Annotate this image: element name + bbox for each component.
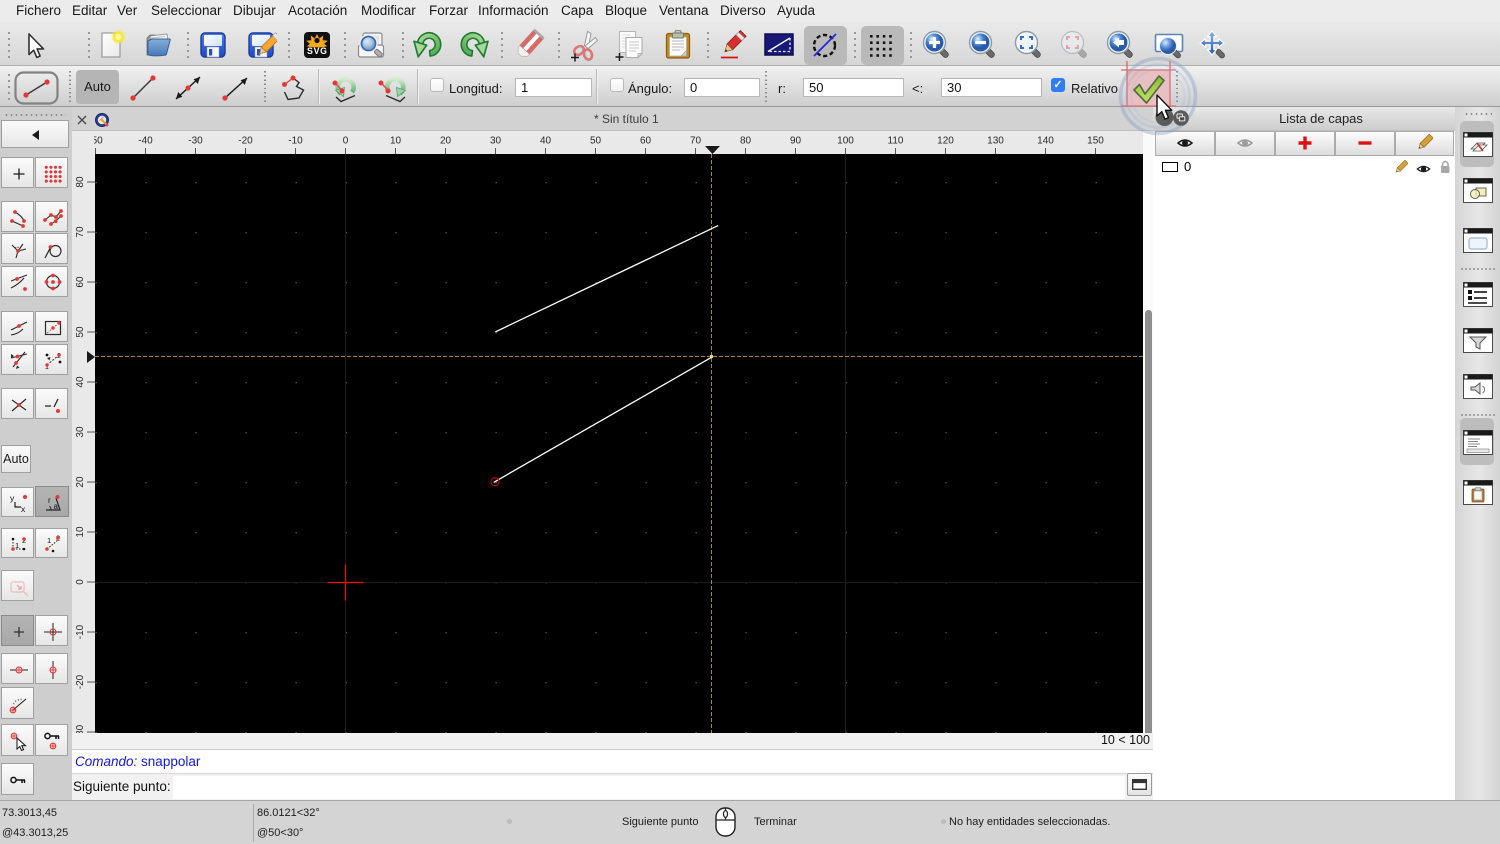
svg-text:40: 40	[540, 136, 552, 147]
svg-text:30: 30	[75, 426, 86, 438]
svg-text:-50: -50	[94, 136, 103, 147]
svg-text:10: 10	[390, 136, 402, 147]
svg-text:10: 10	[75, 526, 86, 538]
svg-text:40: 40	[75, 376, 86, 388]
svg-text:70: 70	[690, 136, 702, 147]
svg-text:x: x	[21, 504, 26, 513]
svg-text:60: 60	[640, 136, 652, 147]
svg-text:1: 1	[47, 536, 51, 545]
svg-text:-10: -10	[288, 136, 303, 147]
svg-text:110: 110	[888, 136, 904, 147]
svg-text:-30: -30	[75, 724, 86, 733]
svg-text:130: 130	[987, 136, 1004, 147]
svg-text:80: 80	[75, 176, 86, 188]
svg-text:30: 30	[490, 136, 502, 147]
svg-text:-20: -20	[238, 136, 253, 147]
svg-text:a: a	[54, 502, 59, 511]
svg-text:60: 60	[75, 276, 86, 288]
svg-text:140: 140	[1037, 136, 1054, 147]
svg-text:0: 0	[343, 136, 349, 147]
svg-text:0: 0	[75, 579, 86, 585]
svg-text:r: r	[48, 496, 51, 505]
svg-text:20: 20	[75, 476, 86, 488]
svg-text:SVG: SVG	[307, 46, 327, 56]
svg-text:70: 70	[75, 226, 86, 238]
svg-text:50: 50	[590, 136, 602, 147]
svg-text:-20: -20	[75, 674, 86, 689]
svg-text:1: 1	[15, 541, 19, 550]
svg-text:y: y	[10, 493, 15, 503]
svg-text:150: 150	[1087, 136, 1104, 147]
svg-text:-10: -10	[75, 624, 86, 639]
svg-text:120: 120	[937, 136, 954, 147]
svg-text:90: 90	[790, 136, 802, 147]
svg-text:-40: -40	[138, 136, 153, 147]
svg-text:20: 20	[440, 136, 452, 147]
svg-text:80: 80	[740, 136, 752, 147]
svg-text:100: 100	[837, 136, 854, 147]
svg-text:-30: -30	[188, 136, 203, 147]
svg-text:50: 50	[75, 326, 86, 338]
